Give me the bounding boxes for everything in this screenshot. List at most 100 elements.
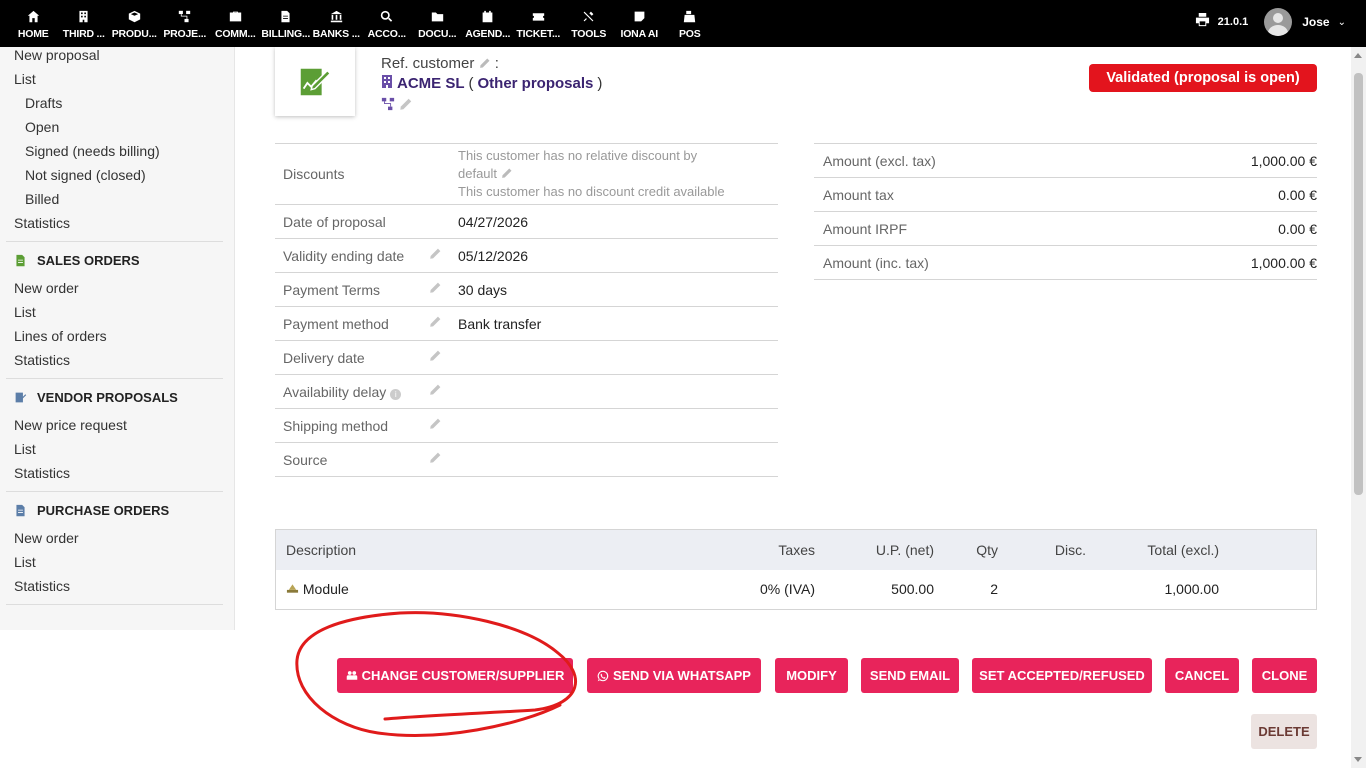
amount-row: Amount IRPF 0.00 € xyxy=(814,212,1317,246)
discount-line-1: This customer has no relative discount b… xyxy=(458,148,698,163)
username[interactable]: Jose xyxy=(1302,15,1329,29)
print-icon[interactable] xyxy=(1195,12,1210,32)
sidebar-purchase-orders-heading[interactable]: PURCHASE ORDERS xyxy=(14,503,169,518)
menu-billing[interactable]: BILLING... xyxy=(261,0,312,47)
edit-availability-icon[interactable] xyxy=(429,383,442,401)
menu-accounting[interactable]: ACCO... xyxy=(362,0,413,47)
sidebar-drafts[interactable]: Drafts xyxy=(25,95,62,111)
sidebar-divider xyxy=(6,241,223,242)
menu-projects[interactable]: PROJE... xyxy=(160,0,211,47)
edit-shipping-icon[interactable] xyxy=(429,417,442,435)
edit-source-icon[interactable] xyxy=(429,451,442,469)
info-row-delivery: Delivery date xyxy=(275,341,778,375)
page-scrollbar[interactable] xyxy=(1351,47,1366,768)
menu-home[interactable]: HOME xyxy=(8,0,59,47)
info-icon[interactable]: i xyxy=(390,388,402,400)
edit-ref-customer-icon[interactable] xyxy=(479,55,491,72)
sidebar-new-proposal[interactable]: New proposal xyxy=(14,47,100,63)
menu-pos[interactable]: POS xyxy=(665,0,716,47)
delete-button[interactable]: DELETE xyxy=(1251,714,1317,749)
menu-iona-ai[interactable]: IONA AI xyxy=(614,0,665,47)
edit-discount-icon[interactable] xyxy=(501,166,513,181)
menu-tools[interactable]: TOOLS xyxy=(564,0,615,47)
proposal-icon xyxy=(300,68,332,95)
table-row[interactable]: Module 0% (IVA) 500.00 2 1,000.00 xyxy=(276,570,1316,609)
amount-value: 0.00 € xyxy=(1278,220,1317,237)
cancel-button[interactable]: CANCEL xyxy=(1165,658,1239,693)
edit-payment-method-icon[interactable] xyxy=(429,315,442,333)
menu-label: IONA AI xyxy=(620,28,659,40)
sidebar-section-title: SALES ORDERS xyxy=(37,253,140,268)
sidebar-divider xyxy=(6,491,223,492)
menu-agenda[interactable]: AGEND... xyxy=(463,0,514,47)
menu-label: COMM... xyxy=(214,28,256,40)
validity-label: Validity ending date xyxy=(283,247,405,264)
scroll-down-arrow[interactable] xyxy=(1354,757,1362,762)
chevron-down-icon[interactable]: ⌄ xyxy=(1338,17,1346,28)
clone-button[interactable]: CLONE xyxy=(1252,658,1317,693)
menu-banks[interactable]: BANKS ... xyxy=(311,0,362,47)
payment-terms-value: 30 days xyxy=(458,281,508,298)
sidebar-order-stats[interactable]: Statistics xyxy=(14,352,70,368)
customer-link[interactable]: ACME SL xyxy=(397,75,465,92)
sidebar-vendor-list[interactable]: List xyxy=(14,441,36,457)
send-email-button[interactable]: SEND EMAIL xyxy=(861,658,959,693)
col-disc: Disc. xyxy=(1054,542,1086,558)
sidebar-order-list[interactable]: List xyxy=(14,304,36,320)
sidebar-not-signed[interactable]: Not signed (closed) xyxy=(25,167,146,183)
edit-payment-terms-icon[interactable] xyxy=(429,281,442,299)
change-customer-button[interactable]: CHANGE CUSTOMER/SUPPLIER xyxy=(337,658,573,693)
sidebar-section-title: PURCHASE ORDERS xyxy=(37,503,170,518)
amount-row: Amount (inc. tax) 1,000.00 € xyxy=(814,246,1317,280)
status-badge: Validated (proposal is open) xyxy=(1089,64,1317,92)
sidebar-purchase-list[interactable]: List xyxy=(14,554,36,570)
menu-third-parties[interactable]: THIRD ... xyxy=(59,0,110,47)
menu-label: POS xyxy=(678,28,701,40)
menu-tickets[interactable]: TICKET... xyxy=(513,0,564,47)
ref-customer-colon: : xyxy=(490,55,499,72)
cash-register-icon xyxy=(682,8,698,24)
sidebar-order-lines[interactable]: Lines of orders xyxy=(14,328,107,344)
scroll-thumb[interactable] xyxy=(1354,73,1363,495)
menu-commercial[interactable]: COMM... xyxy=(210,0,261,47)
sidebar-vendor-proposals-heading[interactable]: VENDOR PROPOSALS xyxy=(14,390,178,405)
sidebar-new-purchase-order[interactable]: New order xyxy=(14,530,79,546)
set-accepted-refused-button[interactable]: SET ACCEPTED/REFUSED xyxy=(972,658,1152,693)
date-label: Date of proposal xyxy=(283,213,386,230)
sidebar-open[interactable]: Open xyxy=(25,119,59,135)
lines-header: Description Taxes U.P. (net) Qty Disc. T… xyxy=(276,530,1316,570)
paren-open: ( xyxy=(468,75,474,92)
project-line xyxy=(381,97,413,111)
sidebar-signed[interactable]: Signed (needs billing) xyxy=(25,143,160,159)
edit-delivery-icon[interactable] xyxy=(429,349,442,367)
payment-method-label: Payment method xyxy=(283,315,389,332)
scroll-up-arrow[interactable] xyxy=(1354,53,1362,58)
sidebar-sales-orders-heading[interactable]: SALES ORDERS xyxy=(14,253,140,268)
availability-label: Availability delay i xyxy=(283,384,402,400)
sidebar-proposal-list[interactable]: List xyxy=(14,71,36,87)
send-whatsapp-button[interactable]: SEND VIA WHATSAPP xyxy=(587,658,761,693)
menu-documents[interactable]: DOCU... xyxy=(412,0,463,47)
edit-project-icon[interactable] xyxy=(399,97,413,111)
sidebar-vendor-stats[interactable]: Statistics xyxy=(14,465,70,481)
avatar[interactable] xyxy=(1264,8,1293,36)
col-description: Description xyxy=(286,542,357,558)
sidebar-new-price-request[interactable]: New price request xyxy=(14,417,127,433)
order-icon xyxy=(16,254,25,267)
modify-button[interactable]: MODIFY xyxy=(775,658,848,693)
sidebar-billed[interactable]: Billed xyxy=(25,191,59,207)
top-menu: HOME THIRD ... PRODU... PROJE... COMM...… xyxy=(8,0,715,47)
edit-validity-icon[interactable] xyxy=(429,247,442,265)
menu-label: BILLING... xyxy=(261,28,311,40)
sidebar-proposal-stats[interactable]: Statistics xyxy=(14,215,70,231)
sidebar-purchase-stats[interactable]: Statistics xyxy=(14,578,70,594)
menu-label: ACCO... xyxy=(367,28,406,40)
amount-label: Amount tax xyxy=(823,186,894,203)
other-proposals-link[interactable]: Other proposals xyxy=(478,75,594,92)
line-description[interactable]: Module xyxy=(286,581,349,597)
project-icon xyxy=(381,97,395,111)
sidebar-new-order[interactable]: New order xyxy=(14,280,79,296)
menu-label: THIRD ... xyxy=(62,28,105,40)
amount-label: Amount (inc. tax) xyxy=(823,254,929,271)
menu-products[interactable]: PRODU... xyxy=(109,0,160,47)
